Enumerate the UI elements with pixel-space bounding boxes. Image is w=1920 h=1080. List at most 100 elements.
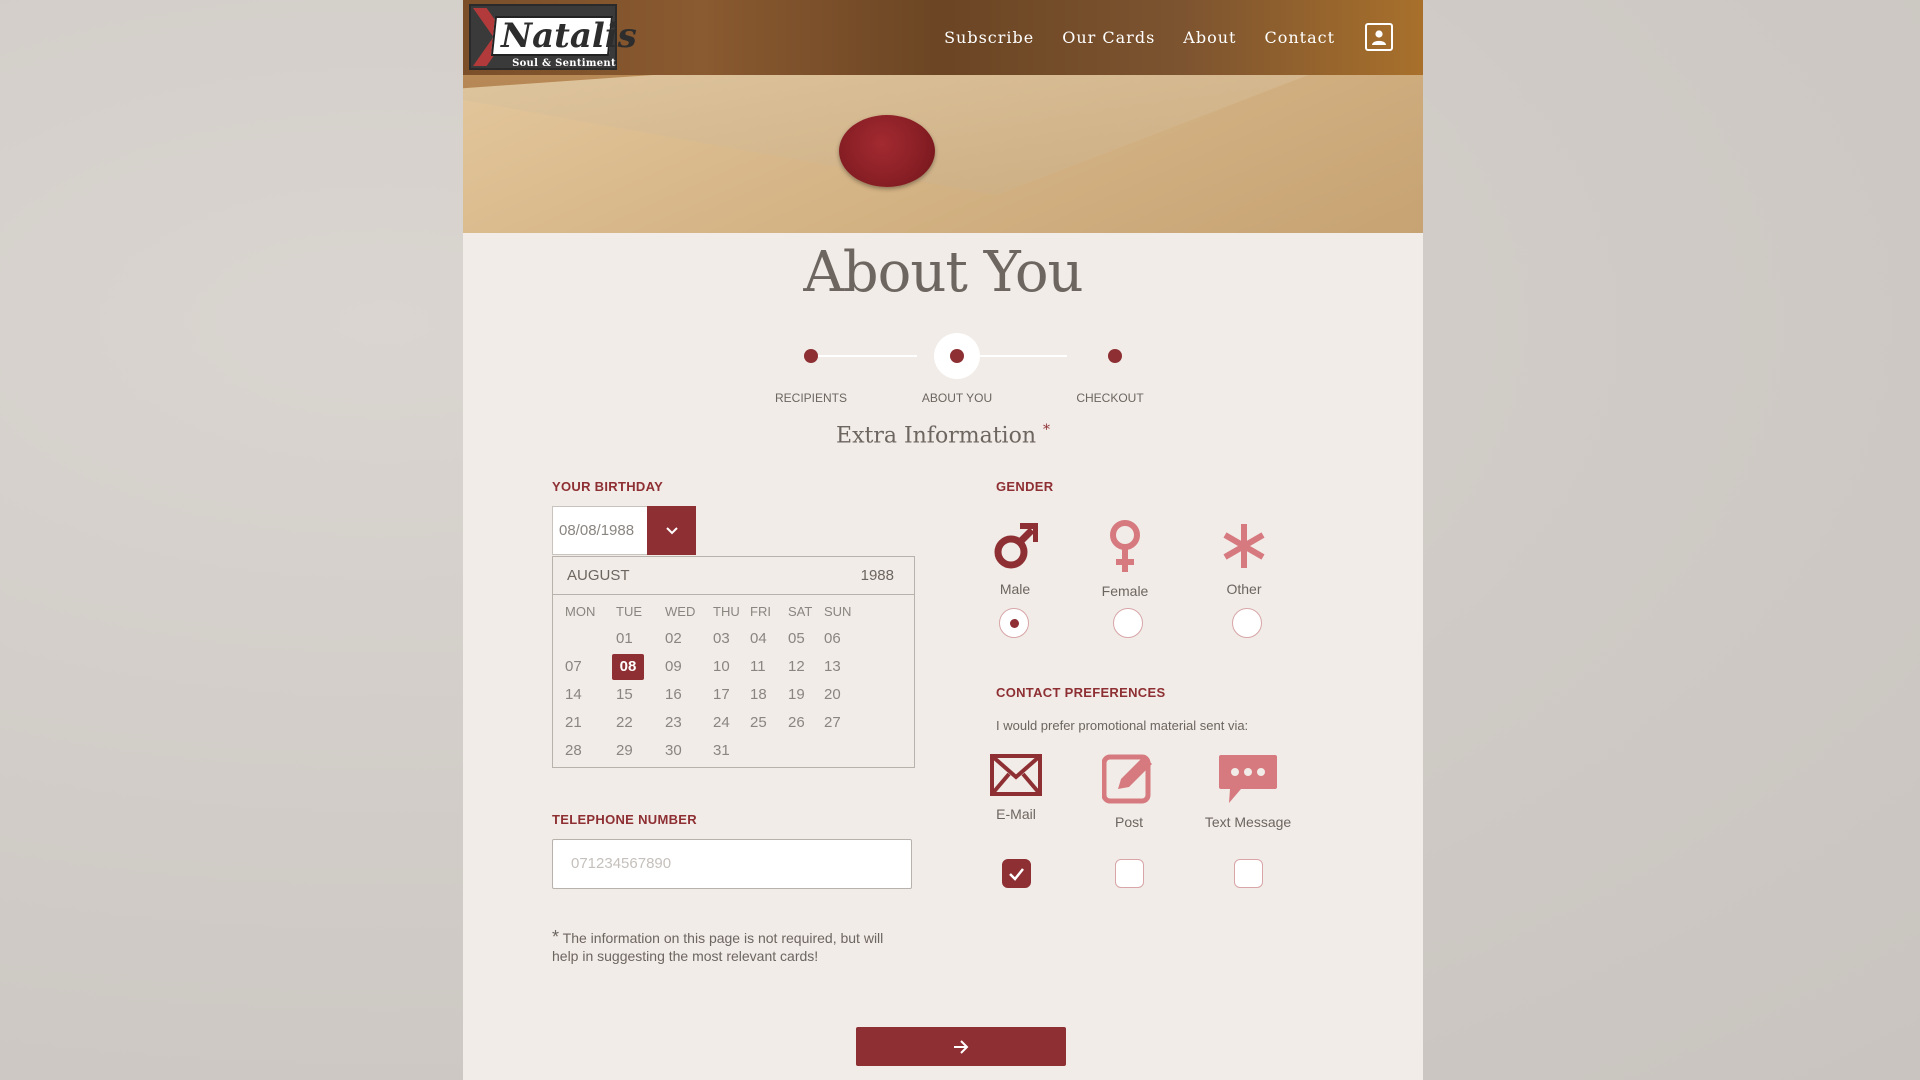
calendar-day[interactable]: 18 (742, 682, 776, 708)
step-dot-checkout[interactable] (1108, 349, 1122, 363)
calendar-day[interactable]: 19 (780, 682, 814, 708)
female-icon (1110, 520, 1140, 572)
hero-image (463, 75, 1423, 233)
calendar-day[interactable]: 07 (557, 654, 591, 680)
logo-text: Natalis (501, 16, 637, 56)
contact-option-email[interactable]: E-Mail (966, 753, 1066, 822)
calendar-day[interactable]: 15 (608, 682, 642, 708)
calendar-day[interactable]: 12 (780, 654, 814, 680)
calendar-day-selected[interactable]: 08 (612, 654, 644, 680)
contact-label-email: E-Mail (996, 806, 1036, 822)
calendar-day[interactable]: 05 (780, 626, 814, 652)
calendar-day[interactable]: 13 (816, 654, 850, 680)
hero-envelope (463, 75, 1423, 233)
account-button[interactable] (1365, 23, 1393, 51)
calendar-day[interactable]: 06 (816, 626, 850, 652)
calendar-dayname: THU (713, 604, 740, 619)
calendar-day[interactable]: 21 (557, 710, 591, 736)
logo[interactable]: Natalis Soul & Sentiment (469, 4, 637, 70)
step-label-recipients: RECIPIENTS (774, 391, 847, 405)
calendar-day[interactable]: 20 (816, 682, 850, 708)
calendar-day[interactable]: 02 (657, 626, 691, 652)
calendar-day[interactable]: 24 (705, 710, 739, 736)
contact-checkbox-email[interactable] (1002, 859, 1031, 888)
gender-label-other: Other (1226, 581, 1262, 597)
calendar-day[interactable]: 28 (557, 738, 591, 764)
calendar-month[interactable]: AUGUST (567, 567, 630, 584)
calendar-day[interactable]: 27 (816, 710, 850, 736)
calendar-day[interactable]: 22 (608, 710, 642, 736)
contact-label-text-message: Text Message (1204, 814, 1292, 830)
gender-label-male: Male (999, 581, 1031, 597)
calendar-day[interactable]: 10 (705, 654, 739, 680)
gender-option-other[interactable]: Other (1194, 520, 1294, 597)
checkmark-icon (1009, 868, 1024, 881)
calendar-dayname: TUE (616, 604, 642, 619)
asterisk-icon (1223, 524, 1265, 568)
step-dot-about-you[interactable] (934, 333, 980, 379)
telephone-label: TELEPHONE NUMBER (552, 812, 697, 827)
calendar-day[interactable]: 29 (608, 738, 642, 764)
calendar-popup: AUGUST 1988 MON TUE WED THU FRI SAT SUN 01 02 03 0… (552, 556, 915, 768)
note-asterisk: * (552, 927, 560, 947)
calendar-day[interactable]: 11 (742, 654, 776, 680)
gender-option-male[interactable]: Male (965, 520, 1065, 597)
next-button[interactable] (856, 1027, 1066, 1066)
page-container: Natalis Soul & Sentiment Subscribe Our C… (463, 0, 1423, 1080)
contact-checkbox-post[interactable] (1115, 859, 1144, 888)
calendar-day[interactable]: 09 (657, 654, 691, 680)
calendar-dayname: SUN (824, 604, 852, 619)
chat-icon (1219, 755, 1277, 803)
calendar-year[interactable]: 1988 (861, 567, 894, 584)
nav-contact[interactable]: Contact (1264, 28, 1335, 47)
gender-radio-female[interactable] (1113, 608, 1143, 638)
calendar-day[interactable]: 31 (705, 738, 739, 764)
edit-icon (1101, 754, 1152, 804)
calendar-dayname: SAT (788, 604, 813, 619)
contact-label-post: Post (1114, 814, 1143, 830)
contact-checkbox-text-message[interactable] (1234, 859, 1263, 888)
user-icon (1372, 30, 1386, 45)
nav-about[interactable]: About (1183, 28, 1236, 47)
gender-radio-other[interactable] (1232, 608, 1262, 638)
page-title: About You (803, 240, 1083, 305)
gender-option-female[interactable]: Female (1075, 520, 1175, 599)
step-label-about-you: ABOUT YOU (921, 391, 993, 405)
step-dot-recipients[interactable] (804, 349, 818, 363)
logo-subtitle: Soul & Sentiment (512, 58, 616, 69)
calendar-dayname: MON (565, 604, 596, 619)
calendar-day[interactable]: 14 (557, 682, 591, 708)
male-icon (994, 523, 1039, 569)
calendar-day[interactable]: 03 (705, 626, 739, 652)
step-active-marker (950, 349, 964, 363)
nav-subscribe[interactable]: Subscribe (944, 28, 1034, 47)
gender-label-female: Female (1101, 583, 1149, 599)
calendar-day[interactable]: 25 (742, 710, 776, 736)
calendar-dayname: WED (665, 604, 696, 619)
note-text: The information on this page is not requ… (552, 930, 884, 964)
contact-preferences-label: CONTACT PREFERENCES (996, 685, 1166, 700)
calendar-grid: MON TUE WED THU FRI SAT SUN 01 02 03 04 05 06 07 08 09 1… (553, 595, 914, 765)
contact-option-text-message[interactable]: Text Message (1198, 753, 1298, 830)
calendar-day[interactable]: 30 (657, 738, 691, 764)
calendar-day[interactable]: 17 (705, 682, 739, 708)
calendar-day[interactable]: 01 (608, 626, 642, 652)
gender-label: GENDER (996, 479, 1054, 494)
gender-radio-male[interactable] (999, 608, 1029, 638)
site-header: Natalis Soul & Sentiment Subscribe Our C… (463, 0, 1423, 75)
required-asterisk: * (1042, 422, 1050, 438)
contact-option-post[interactable]: Post (1079, 753, 1179, 830)
stepper-line-1 (817, 355, 917, 357)
wax-seal (839, 115, 935, 187)
telephone-input[interactable]: 071234567890 (552, 839, 912, 889)
chevron-down-icon (665, 526, 678, 534)
birthday-dropdown-button[interactable] (647, 506, 696, 555)
stepper-line-2 (965, 355, 1067, 357)
birthday-input[interactable]: 08/08/1988 (552, 506, 647, 555)
nav-our-cards[interactable]: Our Cards (1062, 28, 1155, 47)
section-title-text: Extra Information (836, 423, 1036, 449)
calendar-day[interactable]: 26 (780, 710, 814, 736)
calendar-day[interactable]: 04 (742, 626, 776, 652)
calendar-day[interactable]: 23 (657, 710, 691, 736)
calendar-day[interactable]: 16 (657, 682, 691, 708)
